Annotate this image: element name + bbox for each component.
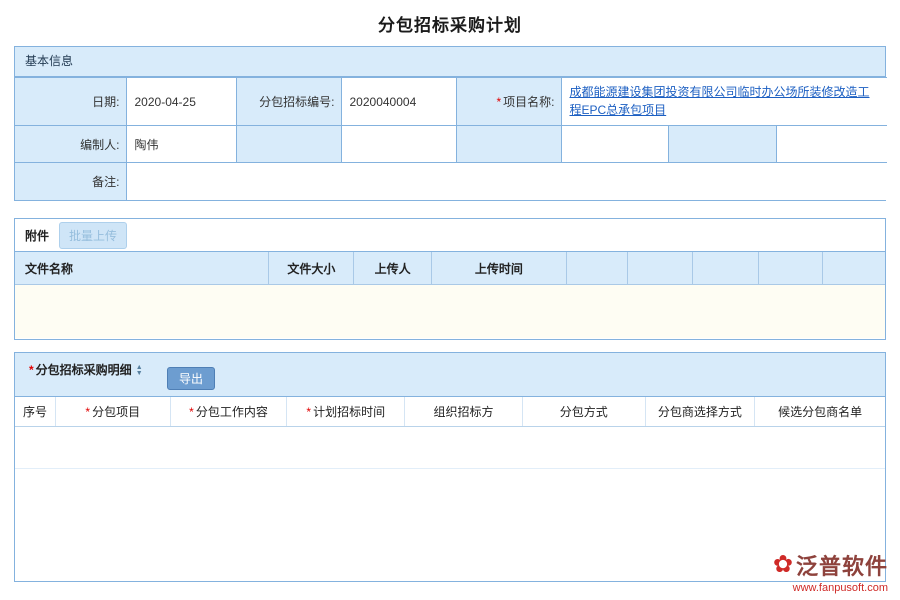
details-header-band: *分包招标采购明细 ▲▼ 导出 — [15, 353, 885, 397]
required-asterisk: * — [29, 363, 34, 377]
details-empty-row — [15, 427, 885, 469]
required-asterisk: * — [189, 405, 194, 419]
remark-value — [126, 163, 887, 200]
project-name-cell: 成都能源建设集团投资有限公司临时办公场所装修改造工程EPC总承包项目 — [561, 78, 887, 126]
empty-label-cell-3 — [668, 126, 776, 163]
export-button[interactable]: 导出 — [167, 367, 215, 390]
attachments-panel: 附件 批量上传 文件名称 文件大小 上传人 上传时间 — [14, 218, 886, 340]
attach-col-empty-4 — [759, 252, 823, 284]
attach-col-empty-2 — [628, 252, 694, 284]
details-col-organizer: 组织招标方 — [405, 397, 523, 426]
attach-col-empty-5 — [823, 252, 885, 284]
empty-label-cell-2 — [456, 126, 561, 163]
attach-col-upload-time: 上传时间 — [432, 252, 567, 284]
attach-col-file-name: 文件名称 — [15, 252, 269, 284]
basic-info-table: 日期: 2020-04-25 分包招标编号: 2020040004 *项目名称:… — [15, 77, 887, 200]
required-asterisk: * — [85, 405, 90, 419]
sort-down-icon: ▼ — [136, 371, 143, 377]
details-col-candidate-list: 候选分包商名单 — [755, 397, 885, 426]
sort-icon[interactable]: ▲▼ — [136, 365, 143, 377]
remark-label: 备注: — [15, 163, 126, 200]
details-column-headers: 序号 *分包项目 *分包工作内容 *计划招标时间 组织招标方 分包方式 分包商选… — [15, 397, 885, 427]
author-value: 陶伟 — [126, 126, 236, 163]
attach-col-empty-1 — [567, 252, 628, 284]
batch-upload-button[interactable]: 批量上传 — [59, 222, 127, 249]
details-col-planned-bid-time: *计划招标时间 — [287, 397, 405, 426]
details-col-subproject: *分包项目 — [56, 397, 171, 426]
empty-label-cell-1 — [236, 126, 341, 163]
brand-url-link[interactable]: www.fanpusoft.com — [773, 582, 888, 594]
project-name-link[interactable]: 成都能源建设集团投资有限公司临时办公场所装修改造工程EPC总承包项目 — [570, 85, 870, 116]
attach-col-empty-3 — [693, 252, 759, 284]
brand-footer: ✿ 泛普软件 www.fanpusoft.com — [773, 549, 888, 594]
date-label: 日期: — [15, 78, 126, 126]
attachments-title: 附件 — [25, 227, 49, 244]
empty-value-cell-3 — [776, 126, 887, 163]
required-asterisk: * — [306, 405, 311, 419]
basic-info-panel: 基本信息 日期: 2020-04-25 分包招标编号: 2020040004 *… — [14, 46, 886, 201]
brand-flower-icon: ✿ — [773, 553, 793, 577]
details-title: *分包招标采购明细 ▲▼ — [29, 361, 143, 378]
details-col-selection-method: 分包商选择方式 — [646, 397, 756, 426]
basic-info-header: 基本信息 — [15, 47, 885, 77]
attachments-column-headers: 文件名称 文件大小 上传人 上传时间 — [15, 251, 885, 285]
author-label: 编制人: — [15, 126, 126, 163]
attachments-empty-body — [15, 285, 885, 338]
attachments-header-row: 附件 批量上传 — [15, 219, 885, 251]
bid-no-label: 分包招标编号: — [236, 78, 341, 126]
empty-value-cell-1 — [341, 126, 456, 163]
details-panel: *分包招标采购明细▲▼ 导出 序号 *分包项目 *分包工作内容 *计划招标时间 … — [14, 352, 886, 582]
project-name-label: *项目名称: — [456, 78, 561, 126]
bid-no-value: 2020040004 — [341, 78, 456, 126]
required-asterisk: * — [496, 95, 501, 109]
details-col-subcontract-method: 分包方式 — [523, 397, 646, 426]
details-col-seq: 序号 — [15, 397, 56, 426]
project-name-label-text: 项目名称: — [503, 95, 554, 109]
page-title: 分包招标采购计划 — [0, 0, 900, 36]
date-value: 2020-04-25 — [126, 78, 236, 126]
attach-col-file-size: 文件大小 — [269, 252, 354, 284]
attach-col-uploader: 上传人 — [354, 252, 432, 284]
details-col-work-content: *分包工作内容 — [171, 397, 288, 426]
empty-value-cell-2 — [561, 126, 668, 163]
brand-name: 泛普软件 — [796, 549, 888, 581]
details-title-text: 分包招标采购明细 — [36, 363, 132, 377]
